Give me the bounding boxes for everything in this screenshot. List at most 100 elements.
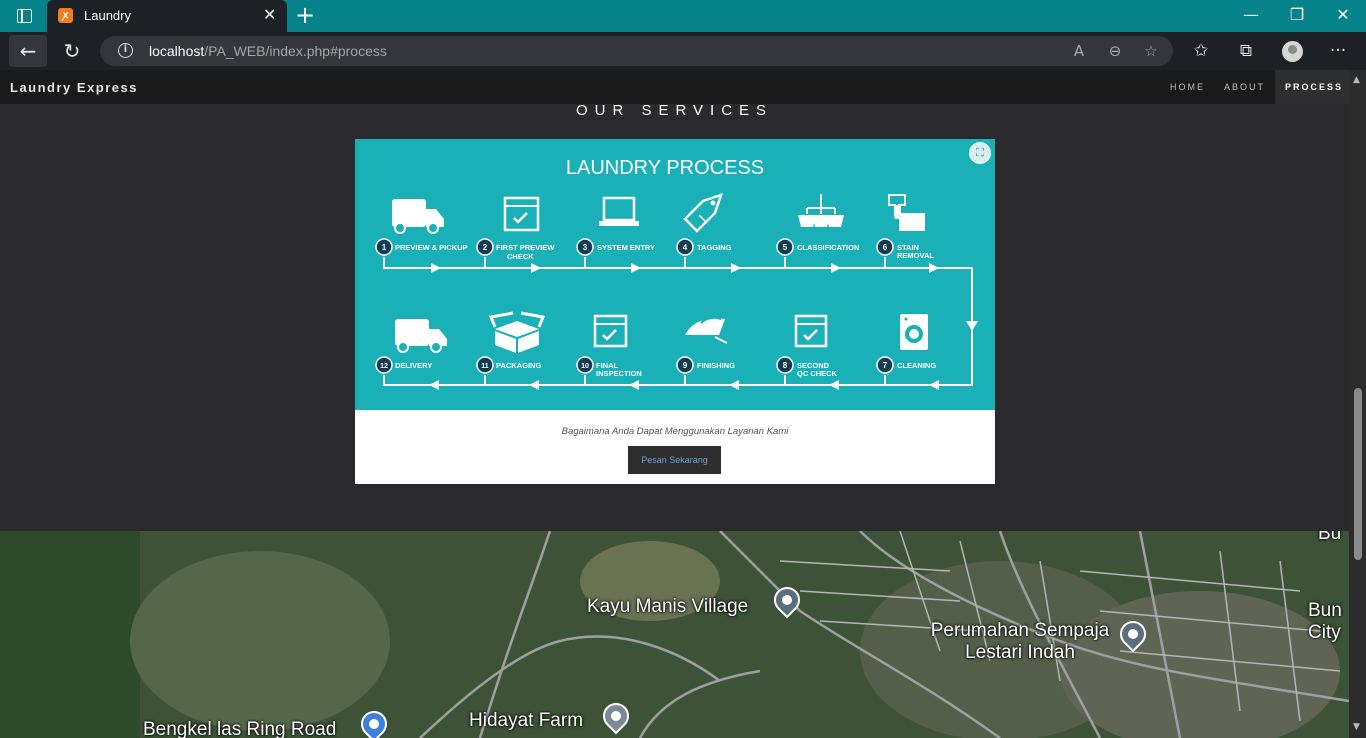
map-label-bu[interactable]: Bu [1318, 531, 1341, 544]
browser-toolbar: ← ↻ i localhost/PA_WEB/index.php#process… [0, 32, 1366, 70]
embedded-map[interactable]: Kayu Manis Village Perumahan Sempaja Les… [0, 531, 1349, 738]
scrollbar-thumb[interactable] [1354, 388, 1362, 560]
step-5: 5 CLASSIFICATION [776, 238, 859, 256]
step-label: PREVIEW & PICKUP [395, 243, 468, 252]
map-label-bun-city[interactable]: Bun City [1308, 600, 1348, 644]
restore-icon[interactable]: ❐ [1285, 6, 1309, 24]
order-now-button[interactable]: Pesan Sekarang [628, 446, 721, 474]
step-7: 7 CLEANING [876, 356, 936, 374]
svg-text:CLEANING: CLEANING [897, 361, 936, 370]
svg-text:10: 10 [581, 363, 589, 370]
baskets-icon [798, 194, 844, 227]
profile-avatar[interactable] [1282, 41, 1303, 62]
tab-title: Laundry [84, 8, 131, 23]
svg-text:REMOVAL: REMOVAL [897, 251, 934, 260]
laundry-process-infographic: LAUNDRY PROCESS 1 PREVIEW & PICKUP 2 FIR… [355, 139, 995, 410]
browser-tab-bar: ꭗ Laundry ✕ + — ❐ ✕ [0, 0, 1366, 32]
scroll-down-icon[interactable]: ▼ [1353, 722, 1360, 732]
checklist-icon [593, 314, 628, 348]
svg-text:CHECK: CHECK [507, 252, 534, 261]
process-diagram: LAUNDRY PROCESS 1 PREVIEW & PICKUP 2 FIR… [375, 157, 978, 390]
laptop-icon [599, 196, 639, 226]
svg-text:PACKAGING: PACKAGING [496, 361, 541, 370]
step-number: 1 [382, 243, 387, 252]
page-scrollbar[interactable]: ▲ ▼ [1349, 70, 1366, 738]
tab-actions-icon[interactable] [17, 9, 32, 23]
nav-process[interactable]: PROCESS [1275, 70, 1349, 104]
svg-text:3: 3 [583, 243, 588, 252]
svg-text:4: 4 [683, 243, 688, 252]
spray-icon [888, 194, 925, 231]
svg-text:TAGGING: TAGGING [697, 243, 732, 252]
step-8: 8 SECONDQC CHECK [776, 356, 838, 378]
web-page: Laundry Express HOME ABOUT PROCESS OUR S… [0, 70, 1349, 738]
close-window-icon[interactable]: ✕ [1331, 6, 1355, 24]
zoom-out-icon[interactable]: ⊖ [1104, 42, 1126, 60]
site-info-icon[interactable]: i [118, 43, 133, 58]
site-navbar: Laundry Express HOME ABOUT PROCESS [0, 70, 1349, 104]
browser-tab-active[interactable]: ꭗ Laundry ✕ [47, 0, 287, 32]
step-4: 4 TAGGING [676, 238, 732, 256]
site-brand[interactable]: Laundry Express [10, 80, 138, 96]
refresh-button[interactable]: ↻ [56, 39, 88, 63]
checklist-icon [794, 314, 828, 348]
read-aloud-icon[interactable]: A [1068, 42, 1090, 60]
svg-text:2: 2 [483, 243, 488, 252]
back-button[interactable]: ← [9, 35, 47, 67]
url-text[interactable]: localhost/PA_WEB/index.php#process [149, 43, 387, 59]
new-tab-button[interactable]: + [293, 2, 317, 28]
minimize-icon[interactable]: — [1239, 6, 1263, 24]
svg-text:9: 9 [683, 361, 688, 370]
step-2: 2 FIRST PREVIEWCHECK [476, 238, 555, 261]
top-row-icons [392, 193, 925, 234]
process-title: LAUNDRY PROCESS [566, 157, 764, 179]
tag-icon [683, 193, 723, 233]
step-3: 3 SYSTEM ENTRY [576, 238, 655, 256]
svg-text:5: 5 [783, 243, 788, 252]
svg-text:INSPECTION: INSPECTION [596, 369, 642, 378]
van-icon [392, 199, 444, 234]
address-bar[interactable]: i localhost/PA_WEB/index.php#process A ⊖… [100, 36, 1173, 66]
visual-search-icon[interactable]: ⛶ [969, 142, 991, 164]
step-6: 6 STAINREMOVAL [876, 238, 934, 260]
collections-icon[interactable]: ⧉ [1233, 40, 1259, 62]
svg-text:7: 7 [883, 361, 888, 370]
washing-machine-icon [900, 314, 928, 350]
step-9: 9 FINISHING [676, 356, 735, 374]
process-caption: Bagaimana Anda Dapat Menggunakan Layanan… [561, 426, 789, 437]
svg-text:6: 6 [883, 243, 888, 252]
iron-icon [685, 316, 728, 344]
bottom-row-icons [395, 311, 928, 353]
nav-home[interactable]: HOME [1160, 70, 1214, 104]
xampp-icon: ꭗ [58, 8, 73, 23]
svg-text:CLASSIFICATION: CLASSIFICATION [797, 243, 859, 252]
step-10: 10 FINALINSPECTION [576, 356, 642, 378]
van-icon [395, 319, 447, 353]
svg-text:FINISHING: FINISHING [697, 361, 735, 370]
process-card: LAUNDRY PROCESS 1 PREVIEW & PICKUP 2 FIR… [355, 139, 995, 484]
nav-about[interactable]: ABOUT [1214, 70, 1274, 104]
svg-text:DELIVERY: DELIVERY [395, 361, 432, 370]
map-label-bengkel[interactable]: Bengkel las Ring Road [143, 720, 336, 738]
svg-text:11: 11 [481, 363, 489, 370]
svg-text:FIRST PREVIEW: FIRST PREVIEW [496, 243, 555, 252]
map-label-hidayat-farm[interactable]: Hidayat Farm [469, 711, 583, 731]
scroll-up-icon[interactable]: ▲ [1353, 75, 1360, 85]
step-11: 11 PACKAGING [476, 356, 541, 374]
close-tab-icon[interactable]: ✕ [263, 4, 276, 26]
svg-text:8: 8 [783, 361, 788, 370]
step-badges: 1 PREVIEW & PICKUP 2 FIRST PREVIEWCHECK 3S… [375, 238, 936, 378]
more-options-icon[interactable]: ··· [1325, 40, 1351, 62]
checklist-icon [503, 196, 540, 232]
step-1: 1 PREVIEW & PICKUP [375, 238, 468, 256]
box-icon [488, 311, 546, 353]
add-favorite-icon[interactable]: ☆ [1140, 42, 1162, 60]
map-background [0, 531, 1349, 738]
step-12: 12 DELIVERY [375, 356, 432, 374]
favorites-icon[interactable]: ✩ [1188, 40, 1214, 62]
section-title: OUR SERVICES [575, 102, 774, 119]
map-label-perumahan[interactable]: Perumahan Sempaja Lestari Indah [915, 620, 1125, 664]
svg-text:12: 12 [380, 363, 388, 370]
svg-text:SYSTEM ENTRY: SYSTEM ENTRY [597, 243, 655, 252]
map-label-kayu-manis[interactable]: Kayu Manis Village [587, 597, 748, 617]
